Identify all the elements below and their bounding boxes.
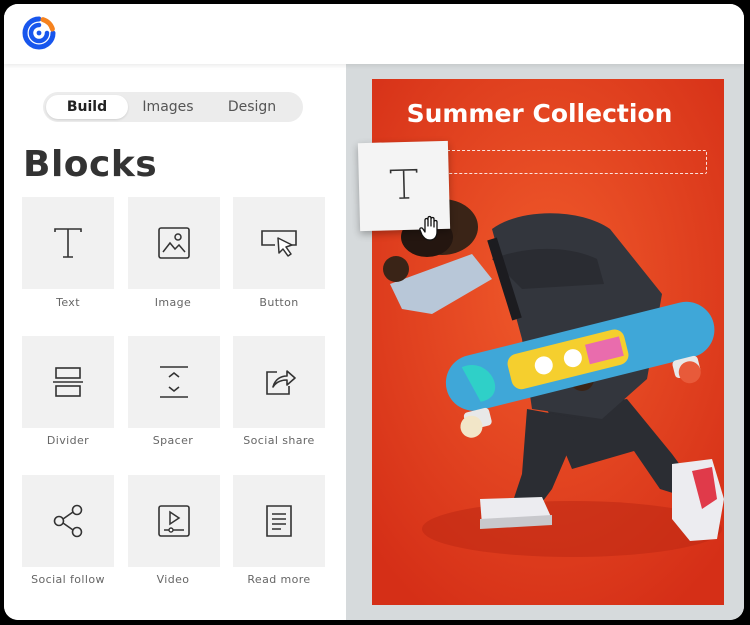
block-divider[interactable] [22, 336, 114, 428]
block-spacer[interactable] [128, 336, 220, 428]
text-drop-zone[interactable] [445, 150, 707, 174]
blocks-heading: Blocks [23, 144, 158, 185]
grab-hand-icon [419, 215, 438, 241]
top-bar [4, 4, 744, 64]
block-image-label: Image [154, 296, 192, 309]
block-read-more-label: Read more [247, 573, 311, 586]
spacer-icon [160, 366, 188, 398]
block-read-more[interactable] [233, 475, 325, 567]
block-video-label: Video [156, 573, 190, 586]
tab-build[interactable]: Build [46, 95, 128, 119]
block-video[interactable] [128, 475, 220, 567]
divider-icon [53, 367, 83, 397]
block-image[interactable] [128, 197, 220, 289]
text-icon [54, 228, 82, 258]
block-spacer-label: Spacer [152, 434, 194, 447]
app-window: Build Images Design Blocks Text Image Bu… [4, 4, 744, 620]
video-icon [158, 505, 190, 537]
document-icon [266, 505, 292, 537]
constant-contact-logo-icon[interactable] [22, 16, 56, 50]
editor-tabs: Build Images Design [43, 92, 303, 122]
block-social-share[interactable] [233, 336, 325, 428]
block-button[interactable] [233, 197, 325, 289]
block-divider-label: Divider [46, 434, 90, 447]
block-social-share-label: Social share [243, 434, 315, 447]
block-social-follow-label: Social follow [31, 573, 105, 586]
tab-images[interactable]: Images [133, 92, 203, 122]
image-icon [158, 227, 190, 259]
text-icon [389, 168, 418, 199]
block-social-follow[interactable] [22, 475, 114, 567]
block-button-label: Button [259, 296, 299, 309]
share-icon [266, 370, 296, 395]
tab-design[interactable]: Design [213, 92, 291, 122]
social-follow-icon [53, 504, 83, 538]
block-text[interactable] [22, 197, 114, 289]
button-cursor-icon [261, 230, 297, 257]
block-text-label: Text [56, 296, 80, 309]
blocks-sidebar: Build Images Design Blocks Text Image Bu… [4, 64, 346, 620]
poster-headline[interactable]: Summer Collection [372, 99, 707, 128]
